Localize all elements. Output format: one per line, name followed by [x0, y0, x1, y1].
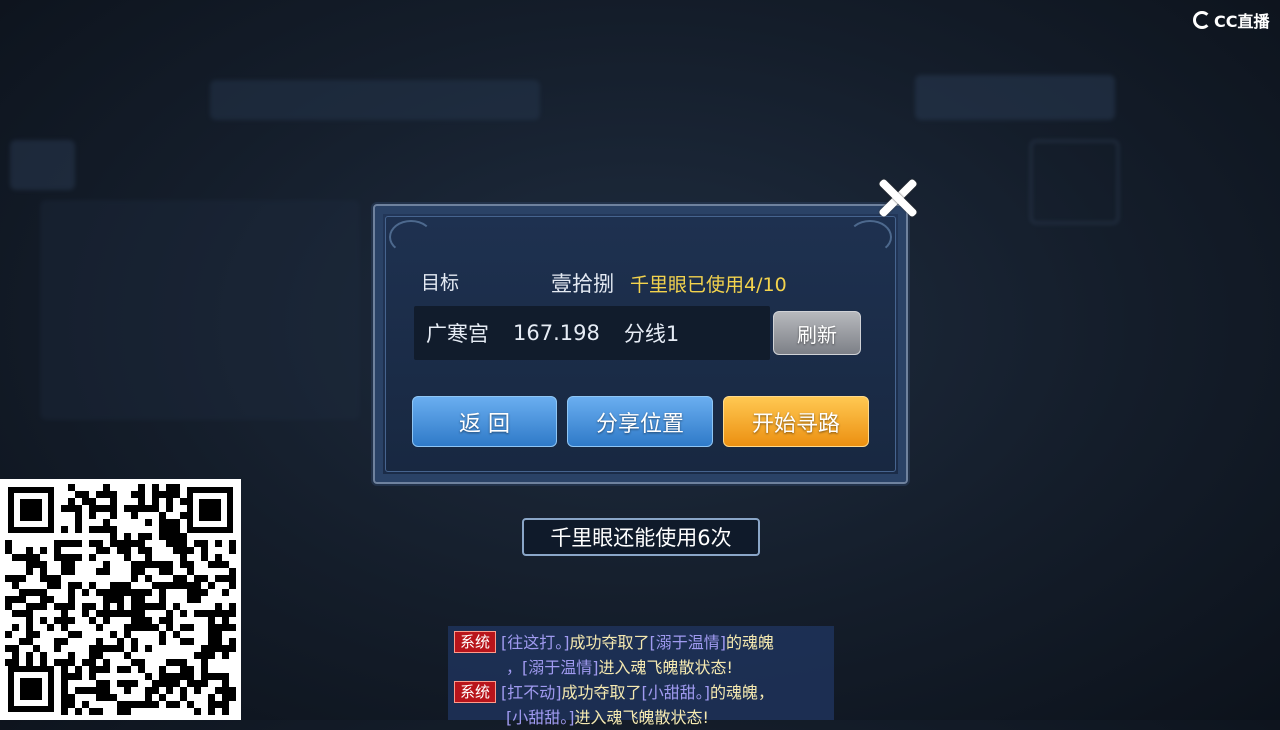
start-pathfinding-button[interactable]: 开始寻路 — [723, 396, 869, 447]
qr-code — [0, 479, 241, 720]
bg-panel — [1030, 140, 1119, 224]
bg-panel — [10, 140, 75, 190]
location-name: 广寒宫 — [426, 322, 489, 346]
player-name[interactable]: [往这打。] — [501, 633, 570, 652]
target-label: 目标 — [421, 272, 460, 294]
brand-text: CC直播 — [1214, 12, 1270, 31]
qr-code-graphic — [0, 479, 241, 720]
bg-panel — [210, 80, 540, 120]
player-name[interactable]: [扛不动] — [501, 683, 562, 702]
chat-text: 进入魂飞魄散状态! — [598, 658, 733, 677]
back-button[interactable]: 返 回 — [412, 396, 557, 447]
chat-text: 的魂魄 — [726, 633, 775, 652]
cc-live-logo: CC直播 — [1193, 8, 1270, 32]
player-name[interactable]: [小甜甜。] — [642, 683, 711, 702]
system-tag: 系统 — [454, 631, 497, 653]
usage-count: 千里眼已使用4/10 — [630, 274, 787, 296]
server-line: 分线1 — [623, 322, 680, 346]
bg-panel — [915, 75, 1115, 120]
chat-message: 系统 [往这打。]成功夺取了[溺于温情]的魂魄 ，[溺于温情]进入魂飞魄散状态! — [454, 630, 828, 680]
chat-text: 成功夺取了 — [561, 683, 642, 702]
location-readout: 广寒宫 167.198 分线1 — [414, 306, 770, 360]
system-chat-log: 系统 [往这打。]成功夺取了[溺于温情]的魂魄 ，[溺于温情]进入魂飞魄散状态! 系… — [448, 626, 834, 727]
refresh-button[interactable]: 刷新 — [773, 311, 861, 355]
remaining-uses-notice: 千里眼还能使用6次 — [522, 518, 760, 556]
share-location-button[interactable]: 分享位置 — [567, 396, 713, 447]
chat-text: 进入魂飞魄散状态! — [574, 708, 709, 727]
player-name[interactable]: ，[溺于温情] — [506, 658, 599, 677]
player-name[interactable]: [小甜甜。] — [506, 708, 575, 727]
close-icon[interactable] — [876, 176, 920, 220]
chat-message: 系统 [扛不动]成功夺取了[小甜甜。]的魂魄， [小甜甜。]进入魂飞魄散状态! — [454, 680, 828, 730]
bg-panel — [40, 200, 360, 420]
player-name[interactable]: [溺于温情] — [650, 633, 727, 652]
system-tag: 系统 — [454, 681, 497, 703]
corner-ornament-icon — [389, 220, 433, 254]
cc-logo-icon — [1193, 11, 1211, 29]
corner-ornament-icon — [848, 220, 892, 254]
chat-text: 的魂魄， — [710, 683, 775, 702]
target-name: 壹拾捌 — [551, 272, 614, 296]
location-coords: 167.198 — [513, 321, 600, 345]
chat-text: 成功夺取了 — [569, 633, 650, 652]
